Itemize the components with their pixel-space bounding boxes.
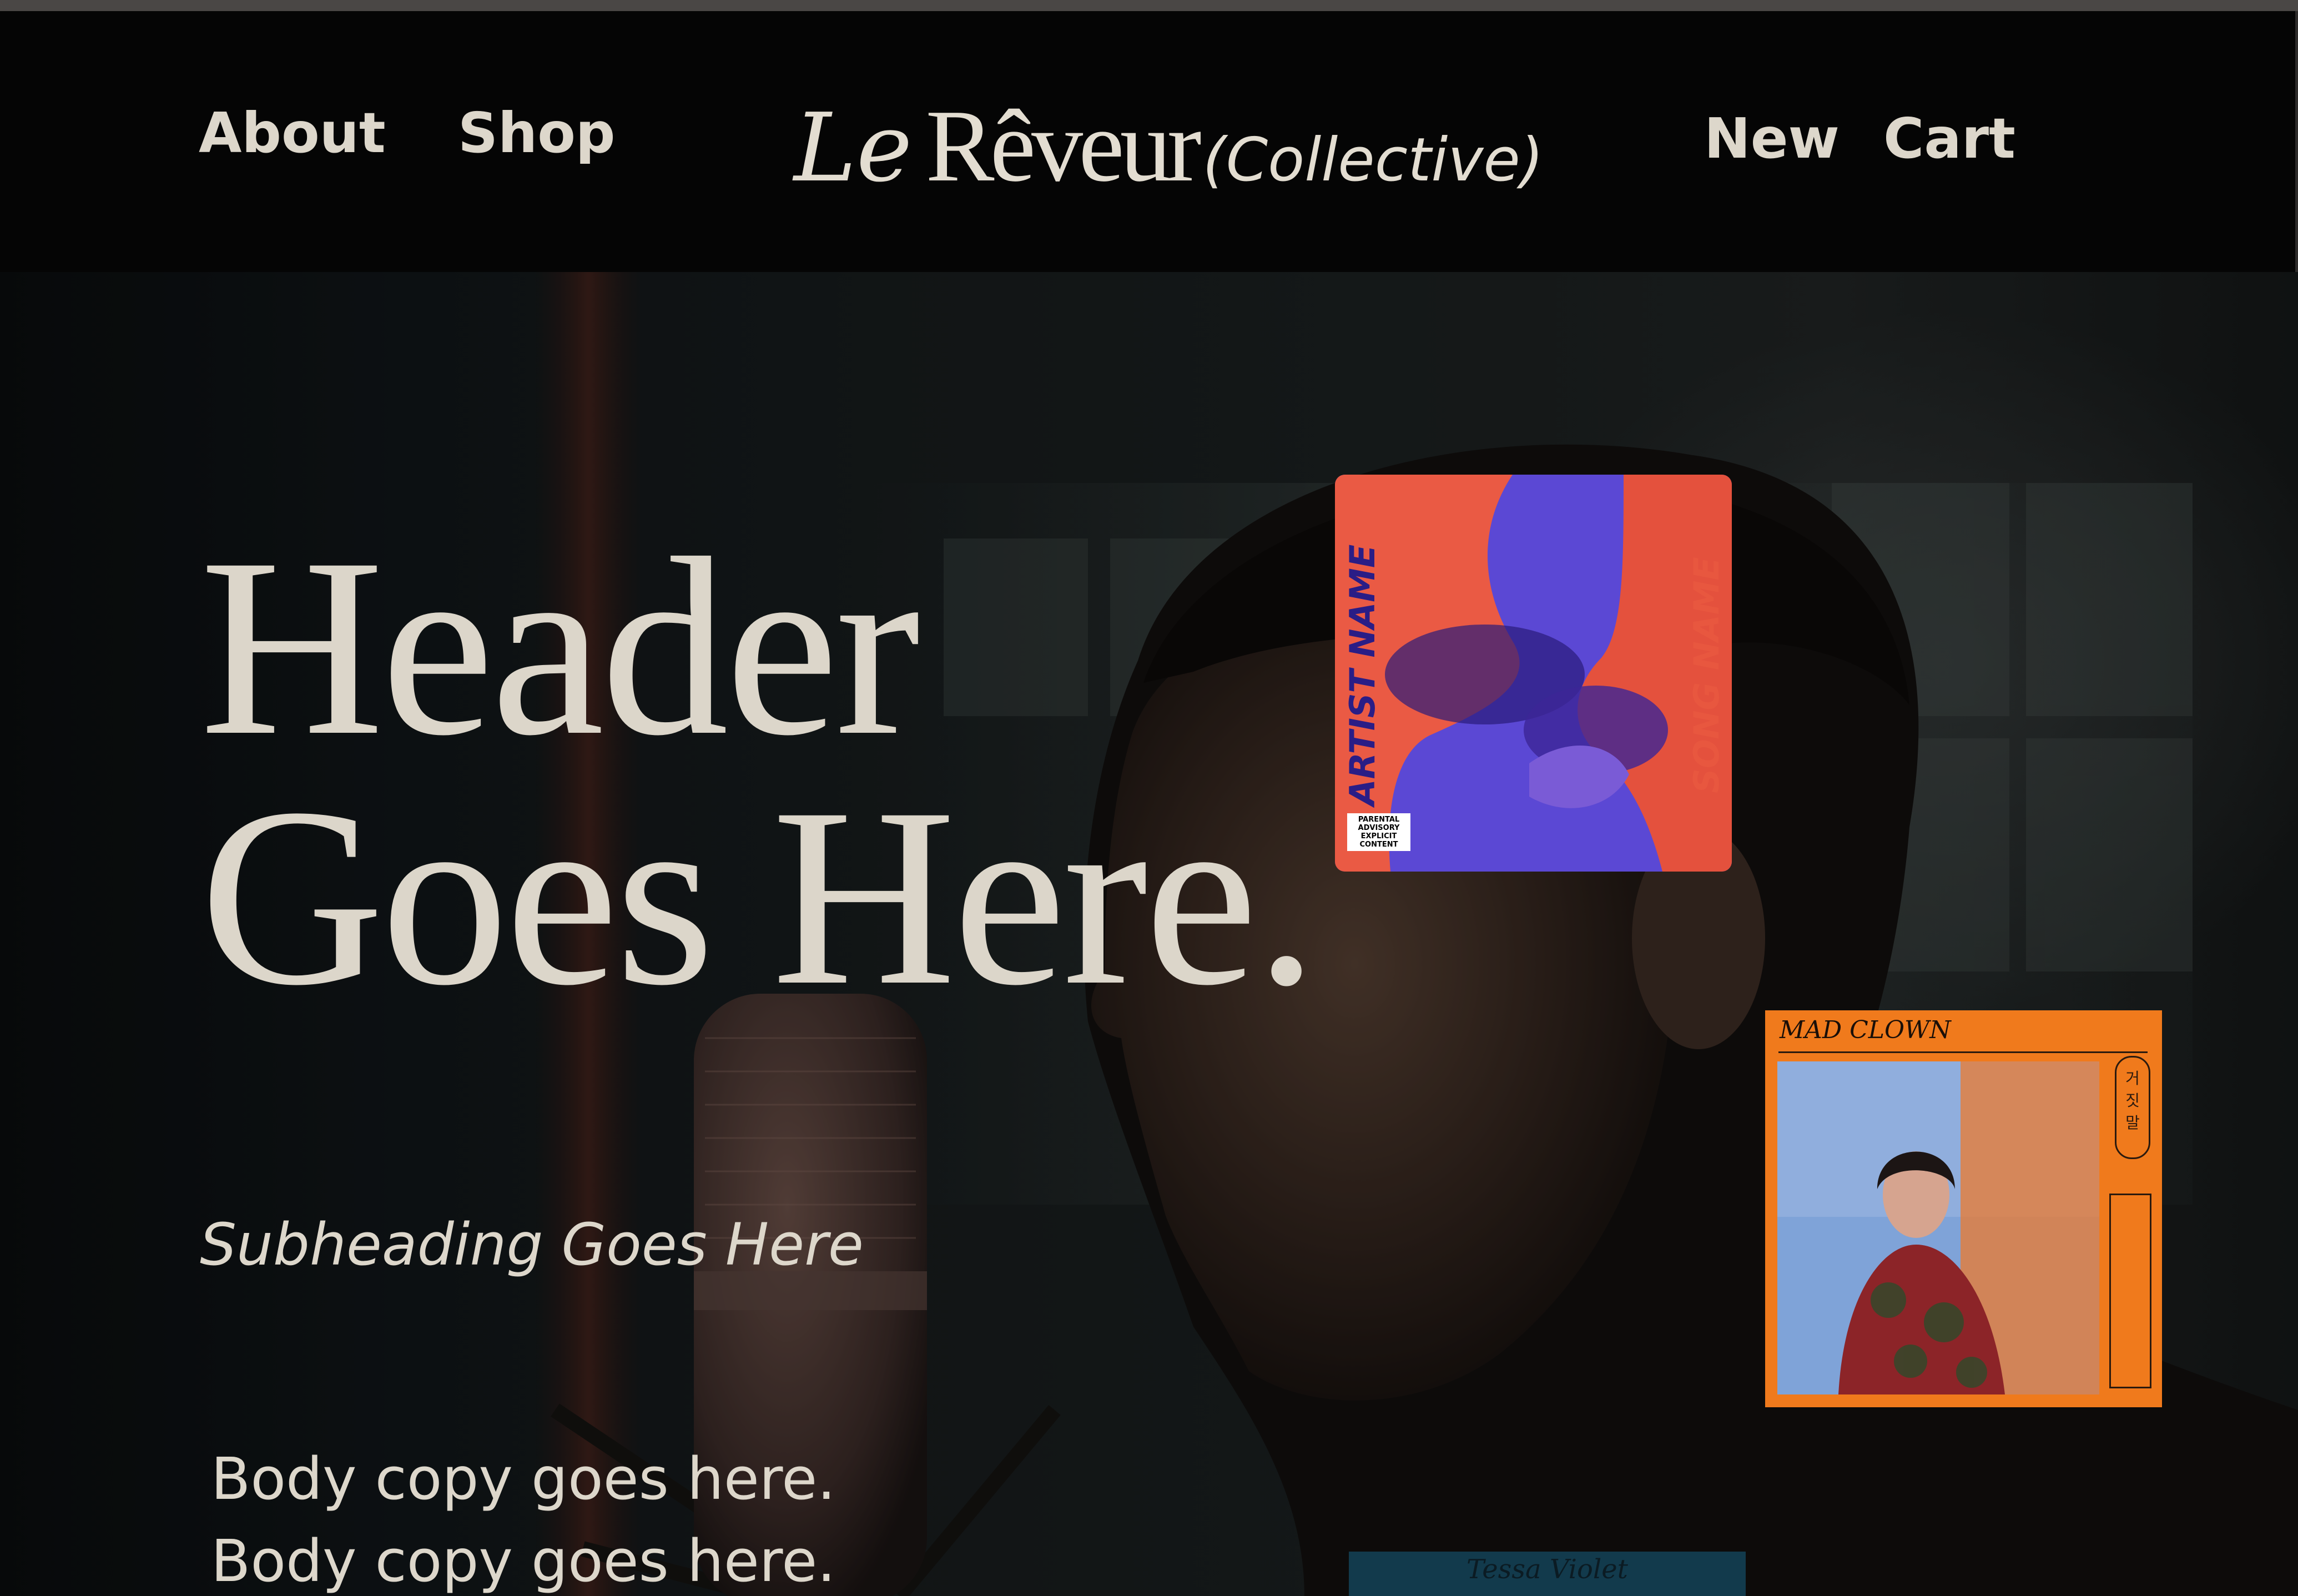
logo-collective: (Collective)	[1202, 125, 1544, 195]
album-song-name: SONG NAME	[1686, 557, 1727, 793]
album-mad-clown-title: MAD CLOWN	[1780, 1016, 1951, 1044]
hero-subheading: Subheading Goes Here	[200, 1211, 864, 1278]
album-cover-artwork	[1335, 475, 1732, 872]
album-cover-artist-song[interactable]: ARTIST NAME SONG NAME PARENTAL ADVISORY …	[1335, 475, 1732, 872]
nav-about-link[interactable]: About	[199, 105, 386, 161]
parental-advisory-label: PARENTAL ADVISORY EXPLICIT CONTENT	[1347, 813, 1410, 851]
logo-le: Le	[794, 93, 913, 203]
album-tessa-violet-title: Tessa Violet	[1467, 1554, 1628, 1585]
headline-line-2: Goes Here.	[200, 755, 1318, 1038]
nav-cart-link[interactable]: Cart	[1883, 111, 2015, 167]
hero-headline: Header Goes Here.	[200, 505, 1318, 1038]
body-line-2: Body copy goes here.	[211, 1527, 836, 1595]
album-badge-text: 거짓말	[2125, 1069, 2140, 1132]
album-title-rule	[1778, 1051, 2148, 1053]
body-line-1: Body copy goes here.	[211, 1445, 836, 1513]
site-navbar: About Shop Le Rêveur(Collective) New Cart	[0, 11, 2295, 272]
page: About Shop Le Rêveur(Collective) New Cart	[0, 0, 2298, 1596]
logo-reveur: Rêveur	[925, 89, 1202, 203]
album-cover-tessa-violet[interactable]: Tessa Violet	[1349, 1552, 1746, 1596]
album-mad-clown-photo	[1777, 1061, 2099, 1394]
nav-new-link[interactable]: New	[1704, 111, 1840, 167]
album-artist-name: ARTIST NAME	[1342, 544, 1383, 806]
window-top-strip	[0, 0, 2298, 11]
nav-shop-link[interactable]: Shop	[458, 105, 616, 161]
album-mad-clown-badge: 거짓말	[2115, 1056, 2150, 1159]
headline-line-1: Header	[200, 505, 920, 788]
hero-section: Header Goes Here. Subheading Goes Here B…	[0, 272, 2298, 1596]
album-side-credits	[2109, 1194, 2151, 1388]
right-edge-divider	[2295, 11, 2298, 272]
site-logo[interactable]: Le Rêveur(Collective)	[794, 94, 1544, 198]
hero-body-copy: Body copy goes here. Body copy goes here…	[211, 1438, 835, 1596]
album-cover-mad-clown[interactable]: MAD CLOWN 거짓말	[1765, 1010, 2162, 1407]
